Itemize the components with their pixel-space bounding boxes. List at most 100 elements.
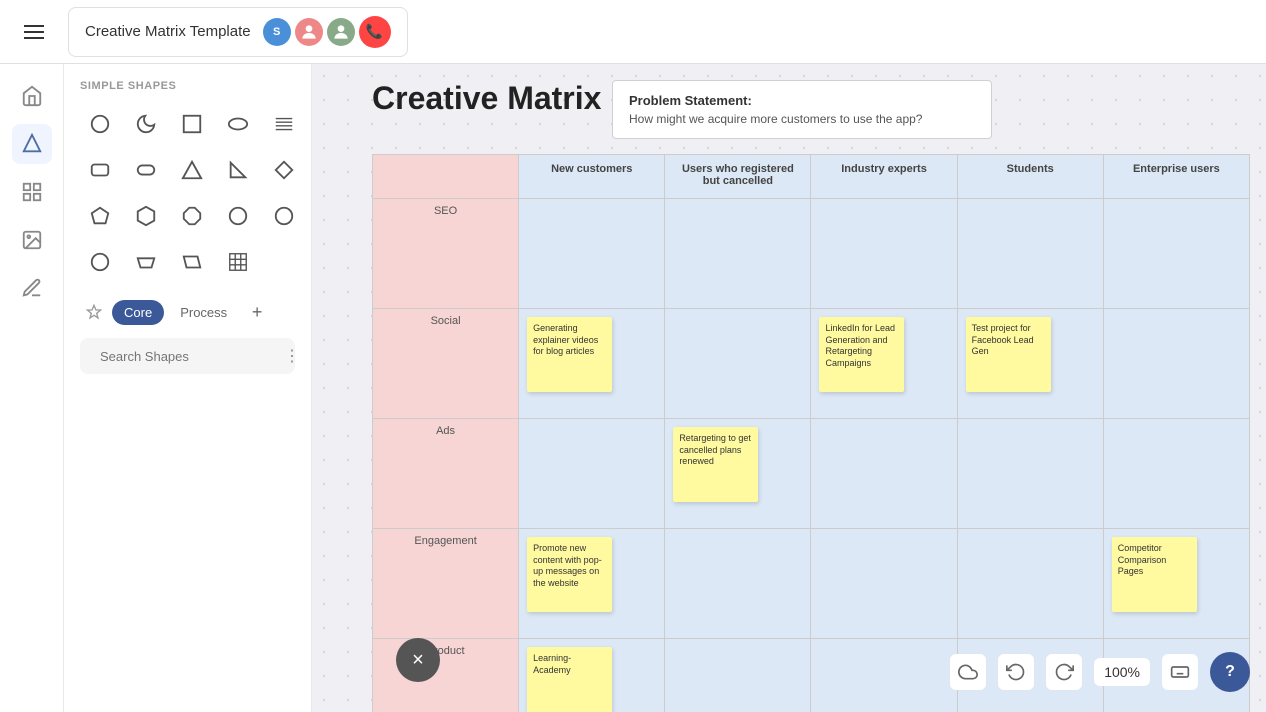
shape-oval[interactable] [218,104,258,144]
matrix-cell[interactable] [811,639,957,712]
matrix-cell[interactable] [665,529,811,639]
call-button[interactable]: 📞 [359,16,391,48]
avatar-s: S [263,18,291,46]
matrix-cell[interactable] [1103,309,1249,419]
shape-pentagon[interactable] [80,196,120,236]
row-header-social: Social [373,309,519,419]
search-bar: ⋮ [80,338,295,374]
matrix-header-enterprise: Enterprise users [1103,155,1249,199]
tab-core[interactable]: Core [112,300,164,325]
shapes-panel: SIMPLE SHAPES [64,64,312,712]
document-title: Creative Matrix Template [85,23,251,40]
shape-trapezoid[interactable] [126,242,166,282]
shape-rounded-rect2[interactable] [126,150,166,190]
sticky-note[interactable]: LinkedIn for Lead Generation and Retarge… [819,317,904,392]
sticky-note[interactable]: Test project for Facebook Lead Gen [966,317,1051,392]
table-row: Engagement Promote new content with pop-… [373,529,1250,639]
search-more-button[interactable]: ⋮ [284,346,300,366]
matrix-cell[interactable] [811,199,957,309]
shape-circle2[interactable] [218,196,258,236]
matrix-cell[interactable] [811,419,957,529]
matrix-cell[interactable]: LinkedIn for Lead Generation and Retarge… [811,309,957,419]
matrix-cell[interactable]: Competitor Comparison Pages [1103,529,1249,639]
sidebar [0,64,64,712]
sticky-note[interactable]: Promote new content with pop-up messages… [527,537,612,612]
matrix-cell[interactable] [519,199,665,309]
matrix-table: New customers Users who registeredbut ca… [372,154,1250,712]
shape-hexagon[interactable] [126,196,166,236]
shape-diamond[interactable] [264,150,304,190]
shape-table[interactable] [218,242,258,282]
shapes-grid [80,104,295,282]
shape-rounded-rect[interactable] [80,150,120,190]
shape-lines[interactable] [264,104,304,144]
matrix-header-cancelled: Users who registeredbut cancelled [665,155,811,199]
sticky-note[interactable]: Learning-Academy [527,647,612,712]
redo-button[interactable] [1046,654,1082,690]
matrix-cell[interactable] [665,639,811,712]
shape-right-triangle[interactable] [218,150,258,190]
tab-add-button[interactable]: + [243,298,271,326]
matrix-title: Creative Matrix [372,80,601,117]
matrix-cell[interactable] [957,529,1103,639]
matrix-cell[interactable] [665,309,811,419]
row-header-engagement: Engagement [373,529,519,639]
matrix-cell[interactable] [665,199,811,309]
shape-parallelogram[interactable] [172,242,212,282]
table-row: SEO [373,199,1250,309]
avatar-user1 [295,18,323,46]
problem-label: Problem Statement: [629,93,975,108]
shape-square[interactable] [172,104,212,144]
matrix-cell[interactable] [1103,419,1249,529]
title-area: Creative Matrix Template S 📞 [68,7,408,57]
shape-octagon[interactable] [172,196,212,236]
shape-crescent[interactable] [126,104,166,144]
sticky-note[interactable]: Retargeting to get cancelled plans renew… [673,427,758,502]
avatar-user2 [327,18,355,46]
matrix-header-industry: Industry experts [811,155,957,199]
shape-circle[interactable] [80,104,120,144]
undo-button[interactable] [998,654,1034,690]
matrix-cell[interactable]: Test project for Facebook Lead Gen [957,309,1103,419]
matrix-header-new-customers: New customers [519,155,665,199]
sidebar-image-icon[interactable] [12,220,52,260]
shapes-star-icon[interactable] [80,298,108,326]
sidebar-shapes-icon[interactable] [12,124,52,164]
matrix-cell[interactable] [811,529,957,639]
shapes-section-label: SIMPLE SHAPES [80,80,295,92]
hamburger-icon [24,25,44,39]
matrix-cell[interactable]: Generating explainer videos for blog art… [519,309,665,419]
matrix-cell[interactable] [957,199,1103,309]
zoom-level: 100% [1094,658,1150,686]
cloud-save-button[interactable] [950,654,986,690]
matrix-cell[interactable] [957,419,1103,529]
avatar-group: S 📞 [263,16,391,48]
matrix-header-students: Students [957,155,1103,199]
fab-close-button[interactable]: × [396,638,440,682]
sidebar-draw-icon[interactable] [12,268,52,308]
matrix-cell[interactable] [1103,199,1249,309]
help-button[interactable]: ? [1210,652,1250,692]
table-row: Ads Retargeting to get cancelled plans r… [373,419,1250,529]
bottom-controls: 100% ? [950,652,1250,692]
sidebar-home-icon[interactable] [12,76,52,116]
sticky-note[interactable]: Generating explainer videos for blog art… [527,317,612,392]
row-header-seo: SEO [373,199,519,309]
sidebar-frame-icon[interactable] [12,172,52,212]
menu-button[interactable] [16,14,52,50]
row-header-product: Product [373,639,519,712]
shape-circle3[interactable] [264,196,304,236]
keyboard-shortcut-button[interactable] [1162,654,1198,690]
matrix-cell[interactable]: Learning-Academy [519,639,665,712]
search-input[interactable] [100,349,276,364]
canvas[interactable]: Creative Matrix Problem Statement: How m… [312,64,1266,712]
sticky-note[interactable]: Competitor Comparison Pages [1112,537,1197,612]
matrix-cell[interactable] [519,419,665,529]
shape-triangle[interactable] [172,150,212,190]
shapes-tabs: Core Process + [80,294,295,326]
matrix-cell[interactable]: Retargeting to get cancelled plans renew… [665,419,811,529]
shape-circle4[interactable] [80,242,120,282]
tab-process[interactable]: Process [168,300,239,325]
matrix-cell[interactable]: Promote new content with pop-up messages… [519,529,665,639]
matrix-header-empty [373,155,519,199]
